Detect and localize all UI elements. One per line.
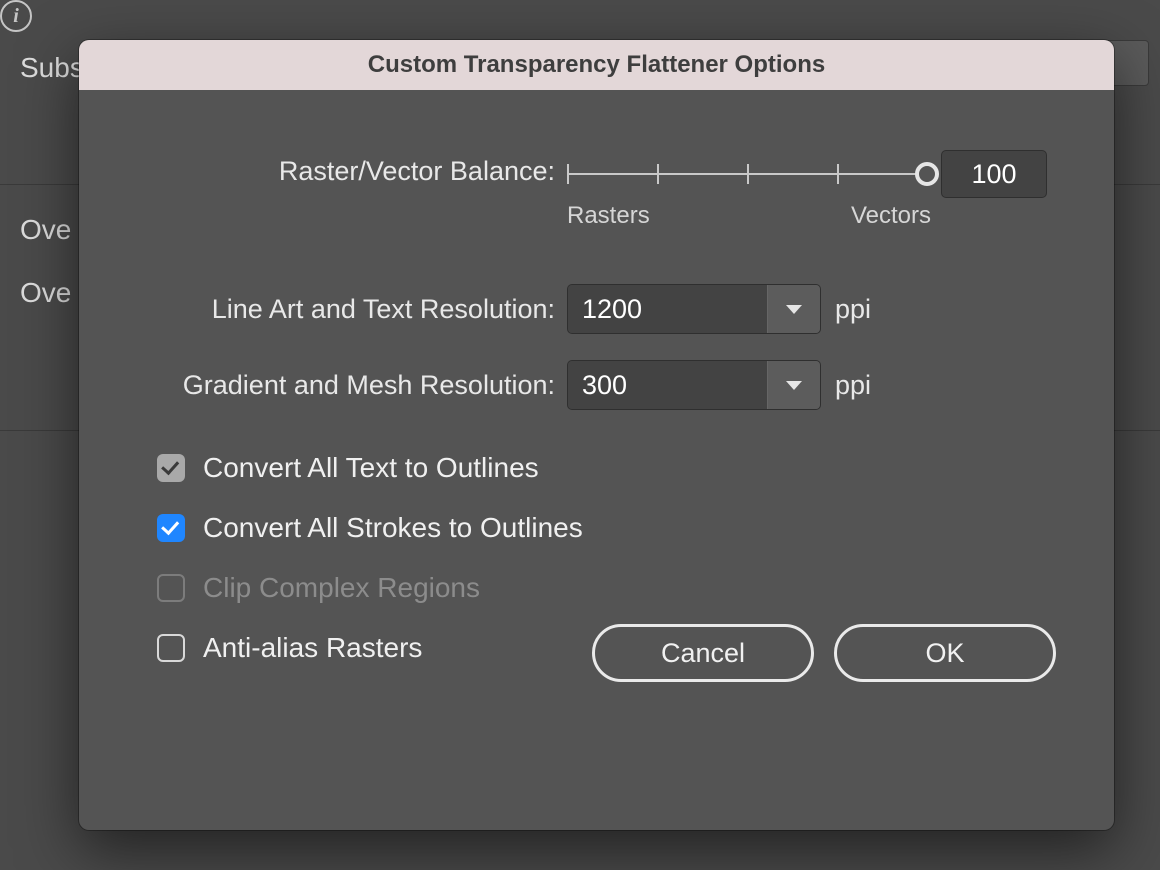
slider-min-label: Rasters	[567, 202, 650, 230]
bg-label-ove1: Ove	[20, 214, 71, 246]
ok-button[interactable]: OK	[834, 624, 1056, 682]
raster-vector-label: Raster/Vector Balance:	[119, 150, 567, 187]
gradient-combo[interactable]: 300	[567, 360, 821, 410]
slider-thumb[interactable]	[915, 162, 939, 186]
dialog-title: Custom Transparency Flattener Options	[79, 40, 1114, 90]
raster-vector-slider[interactable]	[567, 160, 927, 188]
line-art-label: Line Art and Text Resolution:	[119, 294, 567, 325]
transparency-flattener-dialog: Custom Transparency Flattener Options Ra…	[79, 40, 1114, 830]
checkmark-icon	[161, 457, 179, 476]
line-art-dropdown-button[interactable]	[768, 285, 820, 333]
convert-strokes-checkbox[interactable]	[157, 514, 185, 542]
chevron-down-icon	[786, 305, 802, 314]
slider-max-label: Vectors	[851, 202, 931, 230]
gradient-label: Gradient and Mesh Resolution:	[119, 370, 567, 401]
gradient-input[interactable]: 300	[568, 361, 768, 409]
convert-strokes-label: Convert All Strokes to Outlines	[203, 512, 583, 544]
chevron-down-icon	[786, 381, 802, 390]
bg-label-ove2: Ove	[20, 277, 71, 309]
info-icon: i	[0, 0, 1160, 32]
convert-text-checkbox[interactable]	[157, 454, 185, 482]
gradient-unit: ppi	[835, 370, 871, 401]
clip-complex-checkbox	[157, 574, 185, 602]
gradient-dropdown-button[interactable]	[768, 361, 820, 409]
line-art-combo[interactable]: 1200	[567, 284, 821, 334]
convert-text-label: Convert All Text to Outlines	[203, 452, 539, 484]
checkmark-icon	[161, 517, 179, 536]
line-art-input[interactable]: 1200	[568, 285, 768, 333]
anti-alias-label: Anti-alias Rasters	[203, 632, 422, 664]
bg-label-subs: Subs	[20, 52, 84, 84]
clip-complex-label: Clip Complex Regions	[203, 572, 480, 604]
anti-alias-checkbox[interactable]	[157, 634, 185, 662]
line-art-unit: ppi	[835, 294, 871, 325]
raster-vector-value[interactable]: 100	[941, 150, 1047, 198]
cancel-button[interactable]: Cancel	[592, 624, 814, 682]
